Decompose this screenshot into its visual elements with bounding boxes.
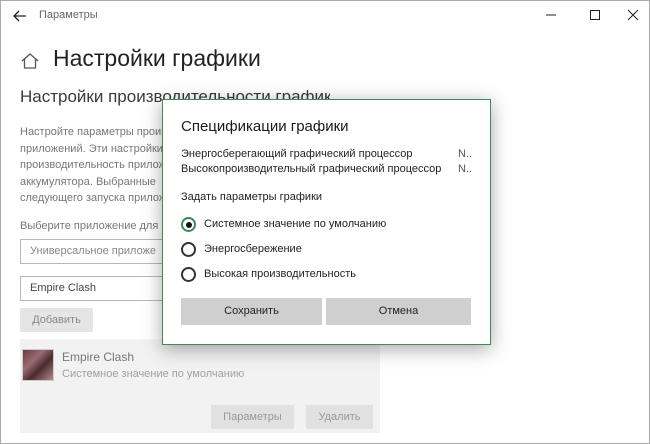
gpu-value: N.. xyxy=(458,148,473,160)
delete-button[interactable]: Удалить xyxy=(306,405,373,429)
app-icon xyxy=(22,349,54,381)
minimize-button[interactable] xyxy=(531,1,571,29)
app-name: Empire Clash xyxy=(62,350,135,364)
radio-power-saving[interactable]: Энергосбережение xyxy=(181,241,471,259)
graphics-specs-dialog: Спецификации графики Энергосберегающий г… xyxy=(162,99,491,345)
choose-app-label: Выберите приложение для xyxy=(20,220,159,232)
radio-circle[interactable] xyxy=(181,217,196,232)
app-type-select[interactable]: Универсальное приложе xyxy=(20,239,170,264)
gpu-label: Энергосберегающий графический процессор xyxy=(181,148,413,160)
radio-label: Высокая производительность xyxy=(204,268,356,280)
app-setting: Системное значение по умолчанию xyxy=(62,368,245,380)
app-select[interactable]: Empire Clash xyxy=(20,276,170,301)
app-list-item[interactable]: Empire Clash Системное значение по умолч… xyxy=(20,339,380,433)
back-arrow-icon[interactable] xyxy=(10,6,30,26)
radio-system-default[interactable]: Системное значение по умолчанию xyxy=(181,216,471,234)
settings-window: Параметры Настройки графики Настройки пр… xyxy=(0,0,650,444)
save-button[interactable]: Сохранить xyxy=(181,298,322,325)
gpu-label: Высокопроизводительный графический проце… xyxy=(181,163,442,175)
graphics-preference-label: Задать параметры графики xyxy=(181,191,323,203)
cancel-button[interactable]: Отмена xyxy=(326,298,471,325)
page-title: Настройки графики xyxy=(53,45,261,71)
window-title: Параметры xyxy=(39,9,98,21)
close-button[interactable] xyxy=(613,1,650,29)
radio-label: Энергосбережение xyxy=(204,243,302,255)
dialog-title: Спецификации графики xyxy=(181,118,349,135)
description-line: аккумулятора. Выбранные xyxy=(20,175,156,188)
radio-high-performance[interactable]: Высокая производительность xyxy=(181,266,471,284)
maximize-button[interactable] xyxy=(575,1,615,29)
add-button[interactable]: Добавить xyxy=(20,308,93,332)
home-icon[interactable] xyxy=(20,51,40,71)
page-description: Настройте параметры произ приложений. Эт… xyxy=(20,124,170,207)
description-line: Настройте параметры произ xyxy=(20,126,167,138)
description-line: приложений. Эти настройки xyxy=(20,142,163,155)
radio-circle[interactable] xyxy=(181,267,196,282)
radio-circle[interactable] xyxy=(181,242,196,257)
description-line: производительность прилож xyxy=(20,159,166,171)
description-line: следующего запуска прилож xyxy=(20,192,167,204)
radio-label: Системное значение по умолчанию xyxy=(204,218,387,230)
gpu-value: N.. xyxy=(458,163,473,175)
options-button[interactable]: Параметры xyxy=(211,405,294,429)
title-bar: Параметры xyxy=(1,1,649,31)
